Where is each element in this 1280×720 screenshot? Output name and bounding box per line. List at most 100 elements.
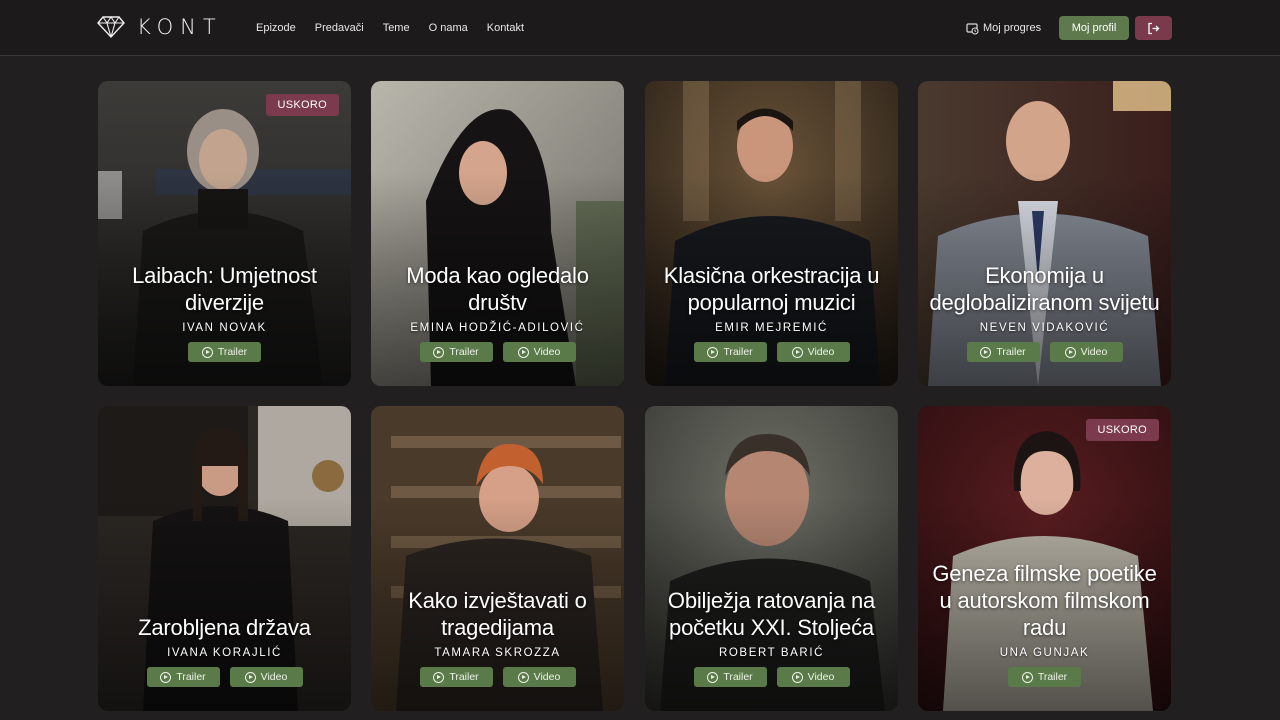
episode-author[interactable]: IVANA KORAJLIĆ xyxy=(167,647,282,659)
nav-link-epizode[interactable]: Epizode xyxy=(256,22,296,34)
play-icon xyxy=(1064,346,1076,358)
play-icon xyxy=(201,346,213,358)
card-actions: Trailer Video xyxy=(419,342,576,362)
nav-link-predavaci[interactable]: Predavači xyxy=(315,22,364,34)
trailer-label: Trailer xyxy=(176,671,206,683)
diamond-icon xyxy=(97,16,125,39)
card-content: Ekonomija u deglobaliziranom svijetu NEV… xyxy=(918,262,1171,362)
brand-name: KONT xyxy=(137,15,223,39)
card-content: Zarobljena država IVANA KORAJLIĆ Trailer… xyxy=(98,614,351,687)
video-label: Video xyxy=(1080,346,1108,358)
episode-card[interactable]: Zarobljena država IVANA KORAJLIĆ Trailer… xyxy=(98,406,351,711)
trailer-label: Trailer xyxy=(449,346,479,358)
episode-title[interactable]: Geneza filmske poetike u autorskom films… xyxy=(928,560,1161,641)
video-button[interactable]: Video xyxy=(776,342,850,362)
trailer-label: Trailer xyxy=(723,671,753,683)
nav-link-kontakt[interactable]: Kontakt xyxy=(487,22,524,34)
card-content: Laibach: Umjetnost diverzije IVAN NOVAK … xyxy=(98,262,351,362)
trailer-button[interactable]: Trailer xyxy=(419,667,493,687)
episode-title[interactable]: Ekonomija u deglobaliziranom svijetu xyxy=(928,262,1161,316)
nav-link-teme[interactable]: Teme xyxy=(383,22,410,34)
episode-author[interactable]: ROBERT BARIĆ xyxy=(719,647,824,659)
card-content: Kako izvještavati o tragedijama TAMARA S… xyxy=(371,587,624,687)
trailer-button[interactable]: Trailer xyxy=(693,342,767,362)
trailer-button[interactable]: Trailer xyxy=(693,667,767,687)
play-icon xyxy=(244,671,256,683)
video-label: Video xyxy=(807,346,835,358)
play-icon xyxy=(517,346,529,358)
play-icon xyxy=(791,346,803,358)
episode-card[interactable]: USKORO Laibach: Umjetnost diverzije IVAN… xyxy=(98,81,351,386)
logout-icon xyxy=(1148,22,1160,34)
episode-card[interactable]: Ekonomija u deglobaliziranom svijetu NEV… xyxy=(918,81,1171,386)
episode-card[interactable]: USKORO Geneza filmske poetike u autorsko… xyxy=(918,406,1171,711)
brand-logo[interactable]: KONT xyxy=(97,13,223,41)
my-profile-button[interactable]: Moj profil xyxy=(1059,16,1129,40)
play-icon xyxy=(1021,671,1033,683)
video-label: Video xyxy=(533,671,561,683)
trailer-label: Trailer xyxy=(449,671,479,683)
play-icon xyxy=(160,671,172,683)
episode-title[interactable]: Kako izvještavati o tragedijama xyxy=(381,587,614,641)
episode-card[interactable]: Moda kao ogledalo društv EMINA HODŽIĆ-AD… xyxy=(371,81,624,386)
card-actions: Trailer xyxy=(188,342,261,362)
play-icon xyxy=(791,671,803,683)
card-actions: Trailer Video xyxy=(146,667,303,687)
coming-soon-badge: USKORO xyxy=(265,94,339,116)
episode-title[interactable]: Klasična orkestracija u popularnoj muzic… xyxy=(655,262,888,316)
episode-author[interactable]: EMINA HODŽIĆ-ADILOVIĆ xyxy=(410,322,584,334)
video-button[interactable]: Video xyxy=(229,667,303,687)
my-progress-link[interactable]: Moj progres xyxy=(966,19,1041,37)
episode-title[interactable]: Obilježja ratovanja na početku XXI. Stol… xyxy=(655,587,888,641)
nav-link-o-nama[interactable]: O nama xyxy=(429,22,468,34)
episode-author[interactable]: EMIR MEJREMIĆ xyxy=(715,322,828,334)
episode-card[interactable]: Klasična orkestracija u popularnoj muzic… xyxy=(645,81,898,386)
play-icon xyxy=(433,671,445,683)
trailer-button[interactable]: Trailer xyxy=(419,342,493,362)
card-content: Klasična orkestracija u popularnoj muzic… xyxy=(645,262,898,362)
trailer-label: Trailer xyxy=(723,346,753,358)
video-button[interactable]: Video xyxy=(1049,342,1123,362)
episode-author[interactable]: UNA GUNJAK xyxy=(1000,647,1090,659)
card-actions: Trailer xyxy=(1008,667,1081,687)
card-actions: Trailer Video xyxy=(693,667,850,687)
progress-icon xyxy=(966,22,979,35)
logout-button[interactable] xyxy=(1135,16,1172,40)
card-content: Geneza filmske poetike u autorskom films… xyxy=(918,560,1171,687)
card-content: Moda kao ogledalo društv EMINA HODŽIĆ-AD… xyxy=(371,262,624,362)
trailer-button[interactable]: Trailer xyxy=(146,667,220,687)
trailer-label: Trailer xyxy=(996,346,1026,358)
play-icon xyxy=(707,671,719,683)
episode-title[interactable]: Zarobljena država xyxy=(138,614,311,641)
episode-card[interactable]: Kako izvještavati o tragedijama TAMARA S… xyxy=(371,406,624,711)
coming-soon-badge: USKORO xyxy=(1085,419,1159,441)
card-actions: Trailer Video xyxy=(693,342,850,362)
trailer-button[interactable]: Trailer xyxy=(188,342,261,362)
play-icon xyxy=(433,346,445,358)
play-icon xyxy=(980,346,992,358)
video-label: Video xyxy=(533,346,561,358)
video-button[interactable]: Video xyxy=(502,667,576,687)
trailer-label: Trailer xyxy=(1037,671,1068,683)
episode-card[interactable]: Obilježja ratovanja na početku XXI. Stol… xyxy=(645,406,898,711)
video-label: Video xyxy=(260,671,288,683)
trailer-label: Trailer xyxy=(217,346,248,358)
top-navbar: KONT Epizode Predavači Teme O nama Konta… xyxy=(0,0,1280,56)
episode-author[interactable]: NEVEN VIDAKOVIĆ xyxy=(980,322,1109,334)
video-label: Video xyxy=(807,671,835,683)
my-progress-label: Moj progres xyxy=(983,22,1042,34)
main-nav: Epizode Predavači Teme O nama Kontakt xyxy=(256,0,524,56)
episode-title[interactable]: Laibach: Umjetnost diverzije xyxy=(108,262,341,316)
episode-author[interactable]: TAMARA SKROZZA xyxy=(434,647,560,659)
video-button[interactable]: Video xyxy=(502,342,576,362)
video-button[interactable]: Video xyxy=(776,667,850,687)
card-actions: Trailer Video xyxy=(966,342,1123,362)
episode-title[interactable]: Moda kao ogledalo društv xyxy=(381,262,614,316)
trailer-button[interactable]: Trailer xyxy=(1008,667,1081,687)
card-actions: Trailer Video xyxy=(419,667,576,687)
trailer-button[interactable]: Trailer xyxy=(966,342,1040,362)
play-icon xyxy=(517,671,529,683)
episode-author[interactable]: IVAN NOVAK xyxy=(182,322,267,334)
play-icon xyxy=(707,346,719,358)
card-content: Obilježja ratovanja na početku XXI. Stol… xyxy=(645,587,898,687)
